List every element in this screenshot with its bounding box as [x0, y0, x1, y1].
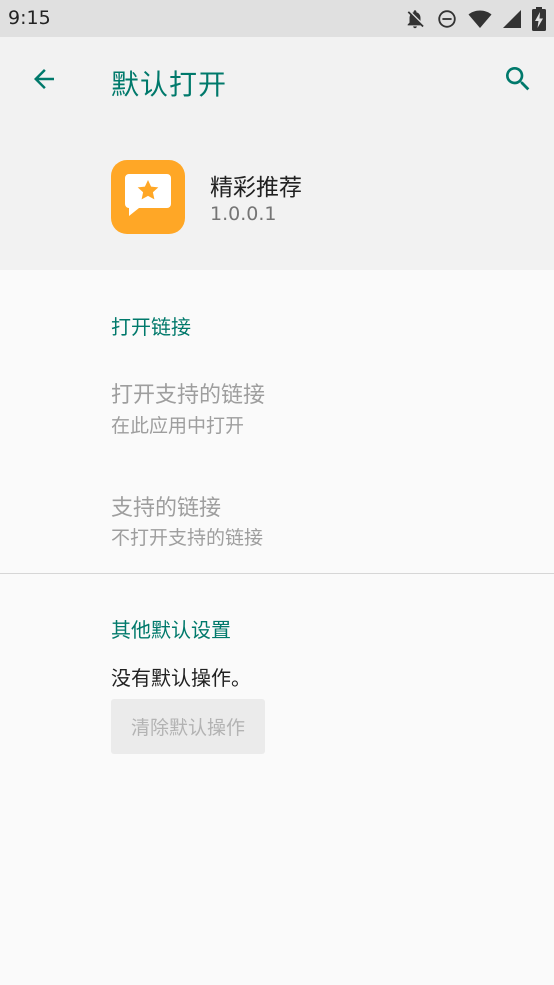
signal-icon: [502, 9, 522, 29]
app-icon: [111, 160, 185, 234]
star-chat-icon: [123, 172, 173, 222]
list-item-title: 支持的链接: [111, 496, 222, 521]
list-item-title: 打开支持的链接: [111, 383, 266, 408]
status-bar: 9:15: [0, 0, 554, 37]
section-title-open-links: 打开链接: [111, 315, 191, 339]
notifications-off-icon: [404, 8, 426, 30]
section-divider: [0, 573, 554, 574]
battery-charging-icon: [532, 7, 546, 31]
section-title-other-defaults: 其他默认设置: [111, 618, 231, 642]
list-item-subtitle: 不打开支持的链接: [111, 527, 264, 549]
no-default-actions-text: 没有默认操作。: [111, 666, 251, 690]
app-name: 精彩推荐: [210, 175, 302, 201]
app-header: 精彩推荐 1.0.0.1: [0, 124, 554, 270]
arrow-back-icon: [29, 64, 59, 98]
search-button[interactable]: [496, 59, 540, 103]
status-time: 9:15: [8, 7, 51, 29]
status-icons: [404, 6, 546, 32]
app-bar: 默认打开: [0, 37, 554, 124]
app-version: 1.0.0.1: [210, 203, 277, 225]
back-button[interactable]: [22, 59, 66, 103]
search-icon: [502, 63, 534, 99]
page-title: 默认打开: [111, 68, 228, 101]
clear-defaults-button[interactable]: 清除默认操作: [111, 699, 265, 754]
do-not-disturb-icon: [436, 8, 458, 30]
list-item-subtitle: 在此应用中打开: [111, 415, 245, 437]
wifi-icon: [468, 8, 492, 30]
